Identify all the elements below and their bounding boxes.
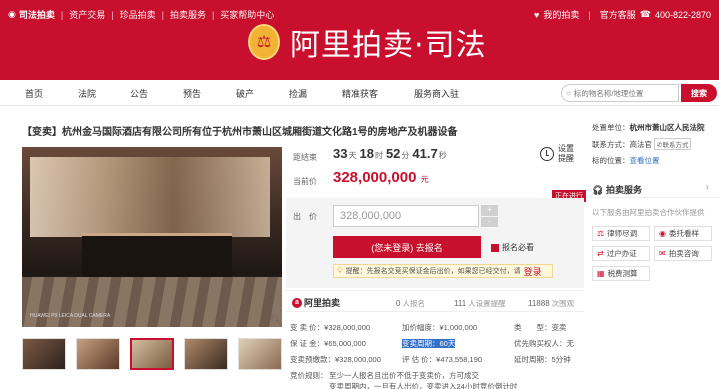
service-phone: 400-822-2870 <box>654 9 711 20</box>
lawyer-check-button[interactable]: ⚖ 律师尽调 <box>592 226 650 241</box>
zoom-icon[interactable]: 🔍︎ <box>270 315 283 326</box>
top-links: ◉ 司法拍卖 | 资产交易 | 珍品拍卖 | 拍卖服务 | 买家帮助中心 <box>8 8 275 21</box>
nav-provider[interactable]: 服务商入驻 <box>414 87 459 100</box>
must-read-link[interactable]: 报名必看 <box>491 242 534 253</box>
nav-preview[interactable]: 预告 <box>183 87 201 100</box>
delay-period: 延时周期：5分钟 <box>514 355 571 364</box>
tax-calc-button[interactable]: ▦ 税费测算 <box>592 266 650 281</box>
main-nav: 首页 法院 公告 预告 破产 捡漏 精准获客 服务商入驻 ○ 搜索 <box>0 80 719 106</box>
lawyer-icon: ⚖ <box>597 229 605 238</box>
view-count: 11888 次围观 <box>528 299 575 308</box>
thumbnail-selected[interactable] <box>130 338 174 370</box>
top-link-service[interactable]: 拍卖服务 <box>170 8 206 21</box>
my-auction-link[interactable]: 我的拍卖 <box>543 8 579 21</box>
thumbnail-strip <box>22 338 282 370</box>
view-location-link[interactable]: 查看位置 <box>630 156 660 165</box>
priority-buyer: 优先购买权人：无 <box>514 339 574 348</box>
nav-notice[interactable]: 公告 <box>130 87 148 100</box>
phone-icon: ☎ <box>639 9 651 19</box>
advance-payment: 变卖预缴款：¥328,000,000 <box>290 355 381 364</box>
start-price: 变 卖 价：¥328,000,000 <box>290 323 371 332</box>
court-info: 处置单位：杭州市萧山区人民法院 <box>592 123 705 132</box>
chat-icon: ✉ <box>659 249 666 258</box>
auction-service-header[interactable]: 🎧︎ 拍卖服务 › <box>586 178 719 198</box>
search-icon: ○ <box>566 88 571 98</box>
site-logo[interactable]: ⚖ 阿里拍卖·司法 <box>248 20 487 64</box>
register-button[interactable]: (您未登录) 去报名 <box>333 236 481 258</box>
thumbnail[interactable] <box>184 338 228 370</box>
nav-bargain[interactable]: 捡漏 <box>289 87 307 100</box>
location-pin-icon: ◉ <box>659 229 666 238</box>
transfer-button[interactable]: ⇄ 过户办证 <box>592 246 650 261</box>
login-link[interactable]: 登录 <box>524 265 542 278</box>
ali-auction-logo: a 阿里拍卖 <box>292 296 340 309</box>
document-icon <box>491 243 499 252</box>
search-box: ○ <box>561 84 679 102</box>
nav-court[interactable]: 法院 <box>78 87 96 100</box>
location-info: 标的位置：查看位置 <box>592 156 660 165</box>
bid-amount-input[interactable] <box>333 205 479 227</box>
bid-label: 出 价 <box>293 212 317 221</box>
service-subtitle: 以下服务由阿里拍卖合作伙伴提供 <box>592 208 705 217</box>
search-button[interactable]: 搜索 <box>681 84 717 102</box>
countdown: 33天 18时 52分 41.7秒 <box>333 146 447 161</box>
countdown-days: 33 <box>333 146 348 161</box>
transfer-icon: ⇄ <box>597 249 604 258</box>
service-link[interactable]: 官方客服 <box>600 8 636 21</box>
sale-period: 变卖周期：60天 <box>402 339 456 348</box>
countdown-hours: 18 <box>359 146 374 161</box>
valuation: 评 估 价：¥473,558,190 <box>402 355 483 364</box>
bid-rule-2: 变卖周期内，一旦有人出价，变卖进入24小时竞价倒计时 <box>329 382 518 389</box>
countdown-seconds: 41.7 <box>412 146 438 161</box>
top-banner: ◉ 司法拍卖 | 资产交易 | 珍品拍卖 | 拍卖服务 | 买家帮助中心 ♥ 我的… <box>0 0 719 80</box>
alarm-clock-icon <box>540 147 554 161</box>
judicial-emblem-icon: ◉ <box>8 9 16 19</box>
bid-stepper: + - <box>481 205 498 227</box>
contact-button[interactable]: ✆联系方式 <box>654 138 692 150</box>
top-right-links: ♥ 我的拍卖 | 官方客服 ☎ 400-822-2870 <box>534 8 711 21</box>
login-tip: 💡︎ 提醒：先报名交竞买保证金后出价，如果您已经交付，请 登录 <box>333 264 553 278</box>
thumbnail[interactable] <box>22 338 66 370</box>
top-link-treasure[interactable]: 珍品拍卖 <box>120 8 156 21</box>
nav-home[interactable]: 首页 <box>25 87 43 100</box>
type-info: 类 型：变卖 <box>514 323 567 332</box>
current-price: 328,000,000 元 <box>333 169 429 186</box>
heart-icon: ♥ <box>534 9 540 20</box>
court-emblem-icon: ⚖ <box>248 24 280 60</box>
top-link-asset[interactable]: 资产交易 <box>69 8 105 21</box>
nav-precise[interactable]: 精准获客 <box>342 87 378 100</box>
bid-rule-1: 至少一人报名且出价不低于变卖价，方可成交 <box>329 371 479 380</box>
logo-title: 阿里拍卖·司法 <box>290 28 487 63</box>
main-photo[interactable]: HUAWEI P9 LEICA DUAL CAMERA <box>22 147 282 327</box>
search-input[interactable] <box>573 88 674 98</box>
lightbulb-icon: 💡︎ <box>337 266 343 275</box>
set-reminder-button[interactable]: 设置 提醒 <box>540 144 574 164</box>
consult-button[interactable]: ✉ 拍卖咨询 <box>654 246 712 261</box>
chevron-right-icon: › <box>705 182 709 193</box>
bid-rule-label: 竞价规则： <box>290 371 328 380</box>
stats-row: a 阿里拍卖 0 人报名 111 人设置提醒 11888 次围观 <box>286 290 584 312</box>
deposit: 保 证 金：¥65,000,000 <box>290 339 366 348</box>
decrease-bid-button[interactable]: - <box>481 216 498 227</box>
photo-watermark: HUAWEI P9 LEICA DUAL CAMERA <box>30 313 111 319</box>
countdown-minutes: 52 <box>385 146 401 161</box>
increase-bid-button[interactable]: + <box>481 205 498 216</box>
headset-icon: 🎧︎ <box>592 185 604 195</box>
contact-info: 联系方式：高法官 ✆联系方式 <box>592 138 692 150</box>
calculator-icon: ▦ <box>597 269 605 278</box>
thumbnail[interactable] <box>76 338 120 370</box>
brand-link[interactable]: ◉ 司法拍卖 <box>8 8 55 21</box>
countdown-label: 距结束 <box>293 153 317 162</box>
ali-icon: a <box>292 297 302 308</box>
thumbnail[interactable] <box>238 338 282 370</box>
increment: 加价幅度：¥1,000,000 <box>402 323 478 332</box>
nav-bankruptcy[interactable]: 破产 <box>236 87 254 100</box>
current-price-label: 当前价 <box>293 177 317 186</box>
proxy-viewing-button[interactable]: ◉ 委托看样 <box>654 226 712 241</box>
lot-title: 【变卖】杭州金马国际酒店有限公司所有位于杭州市萧山区城厢街道文化路1号的房地产及… <box>22 127 458 138</box>
reminder-count: 111 人设置提醒 <box>454 299 506 308</box>
signup-count: 0 人报名 <box>396 299 425 308</box>
